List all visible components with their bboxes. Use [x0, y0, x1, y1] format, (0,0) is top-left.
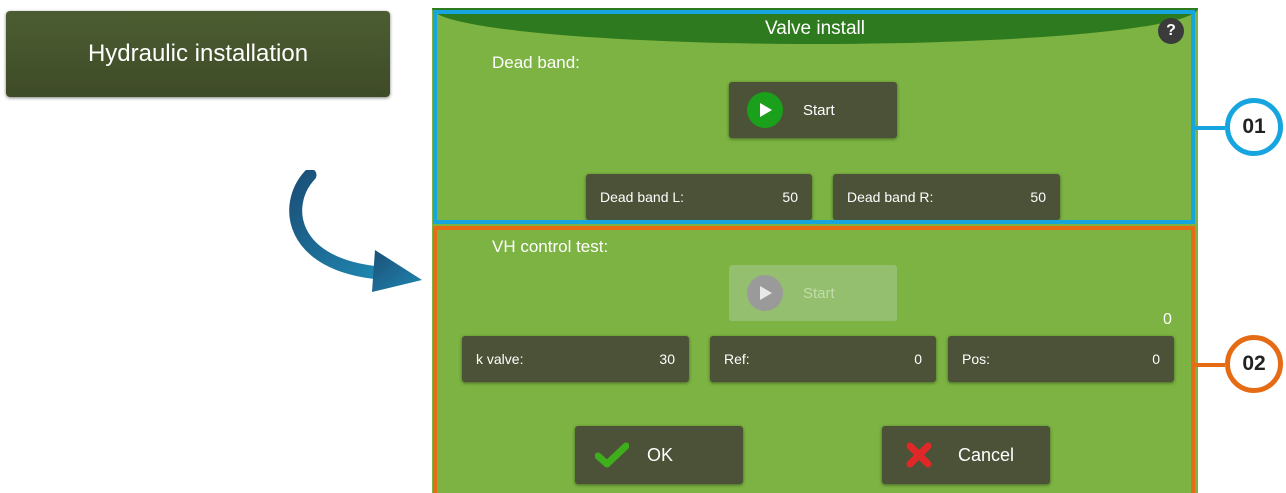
callout-02: 02	[1225, 335, 1283, 393]
callout-connector-02	[1195, 363, 1225, 367]
hydraulic-installation-button[interactable]: Hydraulic installation	[6, 11, 390, 97]
callout-connector-01	[1195, 126, 1225, 130]
hydraulic-installation-label: Hydraulic installation	[87, 40, 309, 67]
callout-01-label: 01	[1242, 115, 1266, 138]
highlight-box-02	[433, 226, 1195, 493]
callout-01: 01	[1225, 98, 1283, 156]
callout-02-label: 02	[1242, 352, 1266, 375]
curved-arrow-icon	[289, 170, 422, 292]
highlight-box-01	[433, 10, 1195, 224]
